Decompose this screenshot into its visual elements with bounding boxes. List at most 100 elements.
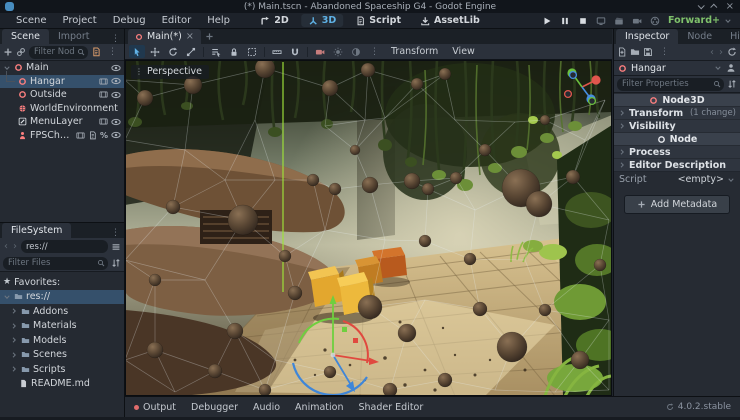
- add-node-button[interactable]: [3, 47, 13, 57]
- ruler-mode-button[interactable]: [269, 45, 285, 58]
- expand-arrow-icon[interactable]: [10, 365, 18, 373]
- fs-res-root[interactable]: res://: [0, 290, 124, 305]
- play-custom-scene-button[interactable]: [632, 16, 642, 26]
- menu-help[interactable]: Help: [199, 15, 238, 26]
- tab-node[interactable]: Node: [678, 29, 721, 44]
- fs-folder-models[interactable]: Models: [0, 333, 124, 348]
- move-tool-button[interactable]: [147, 45, 163, 58]
- history-forward-button[interactable]: ›: [718, 47, 724, 58]
- instance-scene-button[interactable]: [16, 47, 26, 57]
- play-scene-button[interactable]: [614, 16, 624, 26]
- file-sort-icon[interactable]: [111, 258, 121, 268]
- view-menu[interactable]: View: [446, 46, 481, 57]
- filter-properties-input[interactable]: [617, 78, 724, 91]
- open-scene-film-icon[interactable]: [99, 117, 108, 126]
- script-attached-icon[interactable]: [88, 131, 97, 140]
- bottom-tab-shader-editor[interactable]: Shader Editor: [358, 402, 423, 413]
- unique-name-icon[interactable]: %: [100, 131, 108, 140]
- fs-folder-scripts[interactable]: Scripts: [0, 362, 124, 377]
- section-editor-description[interactable]: Editor Description: [614, 158, 740, 171]
- scene-tree-menu-icon[interactable]: ⋮: [104, 47, 121, 57]
- renderer-dropdown[interactable]: Forward+: [668, 15, 732, 26]
- scene-node-menulayer[interactable]: MenuLayer: [0, 115, 124, 129]
- tab-inspector[interactable]: Inspector: [616, 29, 678, 44]
- tab-scene[interactable]: Scene: [2, 29, 49, 44]
- menu-editor[interactable]: Editor: [154, 15, 200, 26]
- maximize-button[interactable]: [712, 2, 717, 12]
- visibility-eye-icon[interactable]: [111, 130, 121, 140]
- attach-script-button[interactable]: [91, 47, 101, 57]
- group-node-button[interactable]: [244, 45, 260, 58]
- visibility-eye-icon[interactable]: [111, 63, 121, 73]
- 3d-viewport[interactable]: ⋮ Perspective: [125, 60, 612, 396]
- history-forward-button[interactable]: ›: [12, 241, 18, 252]
- bottom-tab-output[interactable]: Output: [134, 402, 176, 413]
- fs-file-readme[interactable]: README.md: [0, 377, 124, 392]
- workspace-2d[interactable]: 2D: [253, 14, 296, 27]
- object-history-button[interactable]: [727, 47, 737, 57]
- tab-history[interactable]: History: [721, 29, 740, 44]
- section-process[interactable]: Process: [614, 145, 740, 158]
- bottom-tab-audio[interactable]: Audio: [253, 402, 280, 413]
- scene-tab-main[interactable]: Main(*) ×: [128, 29, 201, 44]
- snap-toggle-button[interactable]: [287, 45, 303, 58]
- history-back-button[interactable]: ‹: [3, 241, 9, 252]
- property-tools-icon[interactable]: [727, 79, 737, 89]
- fs-folder-materials[interactable]: Materials: [0, 319, 124, 334]
- fs-folder-addons[interactable]: Addons: [0, 304, 124, 319]
- movie-maker-button[interactable]: [650, 16, 660, 26]
- script-property-row[interactable]: Script <empty>: [614, 171, 740, 187]
- lock-node-button[interactable]: [226, 45, 242, 58]
- new-resource-button[interactable]: [617, 47, 627, 57]
- transform-menu[interactable]: Transform: [385, 46, 444, 57]
- perspective-menu[interactable]: ⋮ Perspective: [131, 65, 209, 79]
- remote-debug-button[interactable]: [596, 16, 606, 26]
- workspace-3d[interactable]: 3D: [301, 14, 344, 27]
- close-button[interactable]: ×: [726, 0, 734, 13]
- tab-import[interactable]: Import: [49, 29, 99, 44]
- version-info[interactable]: 4.0.2.stable: [666, 402, 731, 412]
- scene-node-hangar[interactable]: Hangar: [0, 75, 124, 89]
- current-path-field[interactable]: [21, 240, 108, 253]
- minimize-button[interactable]: [698, 2, 703, 12]
- add-metadata-button[interactable]: Add Metadata: [624, 195, 730, 214]
- visibility-eye-icon[interactable]: [111, 90, 121, 100]
- node-tools-icon[interactable]: [726, 63, 736, 73]
- collapse-arrow-icon[interactable]: [3, 293, 11, 301]
- new-scene-tab-button[interactable]: [205, 32, 214, 41]
- camera-preview-button[interactable]: [312, 45, 328, 58]
- pause-button[interactable]: [560, 16, 570, 26]
- workspace-assetlib[interactable]: AssetLib: [413, 14, 487, 27]
- expand-arrow-icon[interactable]: [10, 351, 18, 359]
- expand-arrow-icon[interactable]: [10, 336, 18, 344]
- workspace-script[interactable]: Script: [348, 14, 408, 27]
- filter-files-input[interactable]: [3, 257, 108, 270]
- history-back-button[interactable]: ‹: [709, 47, 715, 58]
- tab-filesystem[interactable]: FileSystem: [2, 223, 71, 238]
- visibility-eye-icon[interactable]: [111, 76, 121, 86]
- load-resource-button[interactable]: [630, 47, 640, 57]
- menu-scene[interactable]: Scene: [8, 15, 55, 26]
- filesystem-dock-menu-icon[interactable]: ⋮: [107, 228, 124, 238]
- bottom-tab-animation[interactable]: Animation: [295, 402, 343, 413]
- script-value[interactable]: <empty>: [678, 174, 724, 185]
- open-scene-film-icon[interactable]: [99, 77, 108, 86]
- scene-node-main[interactable]: Main: [0, 61, 124, 75]
- fs-favorites[interactable]: ★ Favorites:: [0, 275, 124, 290]
- section-transform[interactable]: Transform (1 change): [614, 106, 740, 119]
- menu-debug[interactable]: Debug: [105, 15, 154, 26]
- expand-arrow-icon[interactable]: [10, 307, 18, 315]
- stop-button[interactable]: [578, 16, 588, 26]
- preview-environment-button[interactable]: [348, 45, 364, 58]
- save-resource-button[interactable]: [643, 47, 653, 57]
- expand-arrow-icon[interactable]: [10, 322, 18, 330]
- select-tool-button[interactable]: [129, 45, 145, 58]
- scene-node-fpscharacter[interactable]: FPSCharacter %: [0, 129, 124, 143]
- close-tab-icon[interactable]: ×: [186, 31, 194, 42]
- menu-project[interactable]: Project: [55, 15, 105, 26]
- resource-extra-menu[interactable]: ⋮: [656, 47, 673, 57]
- toggle-split-mode-icon[interactable]: [111, 242, 121, 252]
- scene-dock-menu-icon[interactable]: ⋮: [107, 34, 124, 44]
- scene-node-outside[interactable]: Outside: [0, 88, 124, 102]
- inspected-node-selector[interactable]: Hangar: [614, 61, 740, 76]
